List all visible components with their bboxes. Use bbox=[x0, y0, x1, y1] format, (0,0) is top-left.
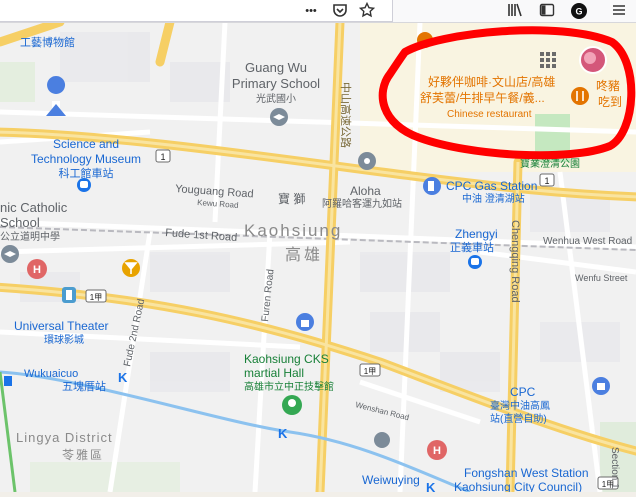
svg-text:1: 1 bbox=[544, 176, 549, 186]
extension-icon[interactable]: G bbox=[569, 2, 589, 20]
shopping-icon[interactable] bbox=[296, 313, 314, 331]
restaurant-icon[interactable] bbox=[571, 87, 589, 105]
svg-text:G: G bbox=[575, 7, 582, 17]
bookmark-star-icon[interactable] bbox=[357, 1, 377, 20]
svg-text:1甲: 1甲 bbox=[364, 367, 376, 376]
metro-station-icon[interactable]: K bbox=[278, 426, 288, 441]
cinema-icon[interactable] bbox=[62, 287, 76, 303]
district-label: Lingya District bbox=[16, 430, 113, 445]
area-label: 寶 獅 bbox=[278, 191, 305, 206]
school-icon[interactable] bbox=[374, 432, 390, 448]
school-icon[interactable] bbox=[270, 108, 288, 126]
poi-label: Technology Museum bbox=[31, 152, 141, 166]
poi-label: martial Hall bbox=[244, 366, 304, 380]
shopping-icon[interactable] bbox=[592, 377, 610, 395]
svg-text:K: K bbox=[118, 370, 128, 385]
metro-station-icon[interactable]: K bbox=[118, 370, 128, 385]
poi-label: CPC bbox=[510, 385, 536, 399]
restaurant-label: 咚豬 bbox=[596, 78, 620, 93]
city-label: 高雄 bbox=[285, 246, 323, 264]
poi-label: 環球影城 bbox=[44, 333, 84, 346]
svg-text:1: 1 bbox=[160, 152, 165, 162]
sidebar-icon[interactable] bbox=[537, 2, 557, 20]
bar-icon[interactable] bbox=[122, 259, 140, 277]
grid-icon[interactable] bbox=[540, 52, 556, 68]
poi-label: 科工館車站 bbox=[59, 166, 114, 180]
hospital-icon[interactable]: H bbox=[27, 259, 47, 279]
route-shield: 1 bbox=[155, 149, 171, 163]
avatar[interactable] bbox=[579, 46, 607, 74]
school-icon[interactable] bbox=[1, 245, 19, 263]
place-pin-icon[interactable] bbox=[358, 152, 376, 170]
station-label: Weiwuying bbox=[362, 473, 420, 487]
station-label: Zhengyi bbox=[455, 227, 498, 241]
menu-icon[interactable] bbox=[609, 2, 629, 20]
library-icon[interactable] bbox=[505, 2, 525, 20]
pocket-icon[interactable] bbox=[330, 2, 350, 20]
school-label: Primary School bbox=[232, 76, 320, 91]
road-label: Wenfu Street bbox=[575, 273, 628, 283]
road-label: 中山高速公路 bbox=[339, 82, 353, 148]
poi-label: 公立道明中學 bbox=[0, 230, 60, 243]
station-label: 五塊厝站 bbox=[62, 379, 106, 393]
restaurant-label: 好夥伴咖啡·文山店/高雄 bbox=[428, 74, 555, 89]
svg-text:K: K bbox=[426, 480, 436, 492]
map-canvas[interactable]: 1 1 1甲 1甲 1甲 工藝博物館 Guang Wu Primary Scho… bbox=[0, 17, 636, 497]
poi-label: 站(直營自助) bbox=[490, 412, 547, 425]
svg-text:1甲: 1甲 bbox=[90, 293, 102, 302]
poi-label: 中油 澄清湖站 bbox=[462, 192, 525, 205]
poi-label: 高雄市立中正技擊館 bbox=[244, 380, 334, 393]
train-station-icon[interactable] bbox=[77, 178, 91, 192]
poi-label: School bbox=[0, 215, 40, 230]
poi-label: CPC Gas Station bbox=[446, 179, 537, 193]
city-label: Kaohsiung bbox=[244, 221, 342, 240]
metro-station-icon[interactable]: K bbox=[426, 480, 436, 495]
school-label: Guang Wu bbox=[245, 60, 307, 75]
route-shield: 1甲 bbox=[85, 289, 107, 303]
poi-label: Aloha bbox=[350, 184, 381, 198]
poi-label: Universal Theater bbox=[14, 319, 109, 333]
svg-text:H: H bbox=[433, 445, 441, 457]
station-label: 正義車站 bbox=[450, 240, 494, 254]
svg-text:K: K bbox=[278, 426, 288, 441]
museum-label: 工藝博物館 bbox=[20, 35, 75, 49]
poi-label: 阿羅哈客運九如站 bbox=[322, 197, 402, 210]
road-label: Section 1 bbox=[609, 447, 620, 489]
route-shield: 1 bbox=[539, 173, 555, 187]
station-label: Wukuaicuo bbox=[24, 368, 78, 380]
park-icon[interactable] bbox=[282, 395, 302, 415]
bus-stop-icon[interactable] bbox=[4, 376, 12, 386]
station-label: Fongshan West Station bbox=[464, 466, 589, 480]
poi-label: Kaohsiung CKS bbox=[244, 352, 329, 366]
poi-label: nic Catholic bbox=[0, 200, 68, 215]
hospital-icon[interactable]: H bbox=[427, 440, 447, 460]
svg-text:H: H bbox=[33, 264, 41, 276]
more-dots-icon[interactable]: ••• bbox=[300, 2, 322, 20]
restaurant-label: 吃到 bbox=[598, 95, 622, 109]
poi-label: 臺灣中油高鳳 bbox=[490, 399, 550, 412]
road-label: Chengqing Road bbox=[509, 220, 521, 303]
district-label: 苓雅區 bbox=[62, 447, 104, 462]
route-shield: 1甲 bbox=[359, 363, 381, 377]
poi-label: Science and bbox=[53, 137, 119, 151]
road-label: Wenhua West Road bbox=[543, 236, 632, 247]
train-station-icon[interactable] bbox=[468, 255, 482, 269]
station-label: Kaohsiung City Council) bbox=[454, 480, 582, 492]
restaurant-label: 舒芙蕾/牛排早午餐/義... bbox=[420, 90, 545, 105]
restaurant-type-label: Chinese restaurant bbox=[447, 109, 532, 120]
gas-station-icon[interactable] bbox=[423, 177, 441, 195]
school-label: 光武國小 bbox=[256, 92, 296, 105]
browser-toolbar: ••• G bbox=[0, 0, 636, 23]
